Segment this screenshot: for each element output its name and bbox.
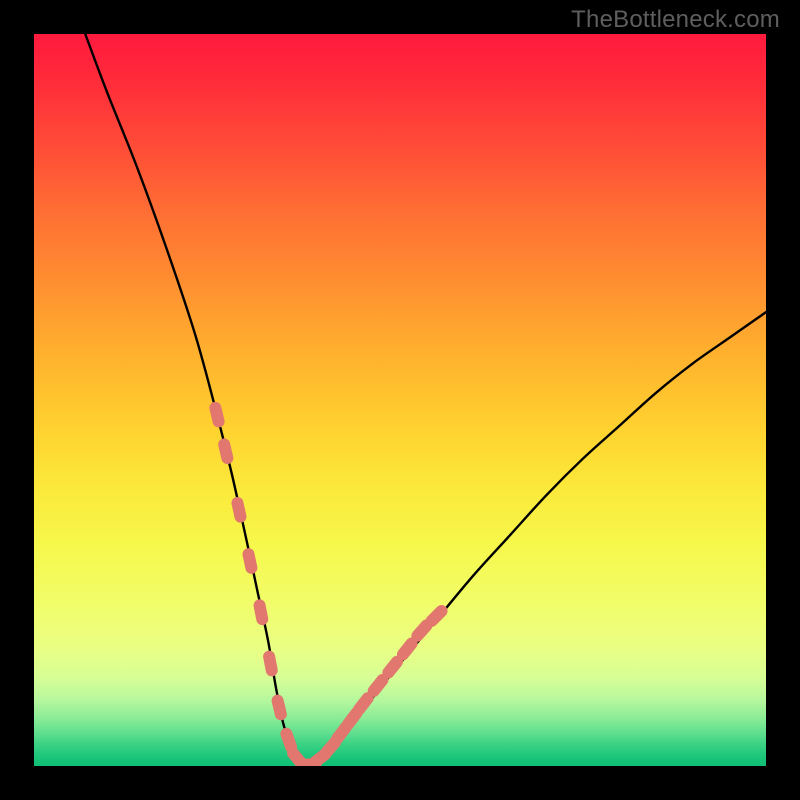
chart-frame: TheBottleneck.com <box>0 0 800 800</box>
plot-area <box>34 34 766 766</box>
watermark-text: TheBottleneck.com <box>571 6 780 34</box>
